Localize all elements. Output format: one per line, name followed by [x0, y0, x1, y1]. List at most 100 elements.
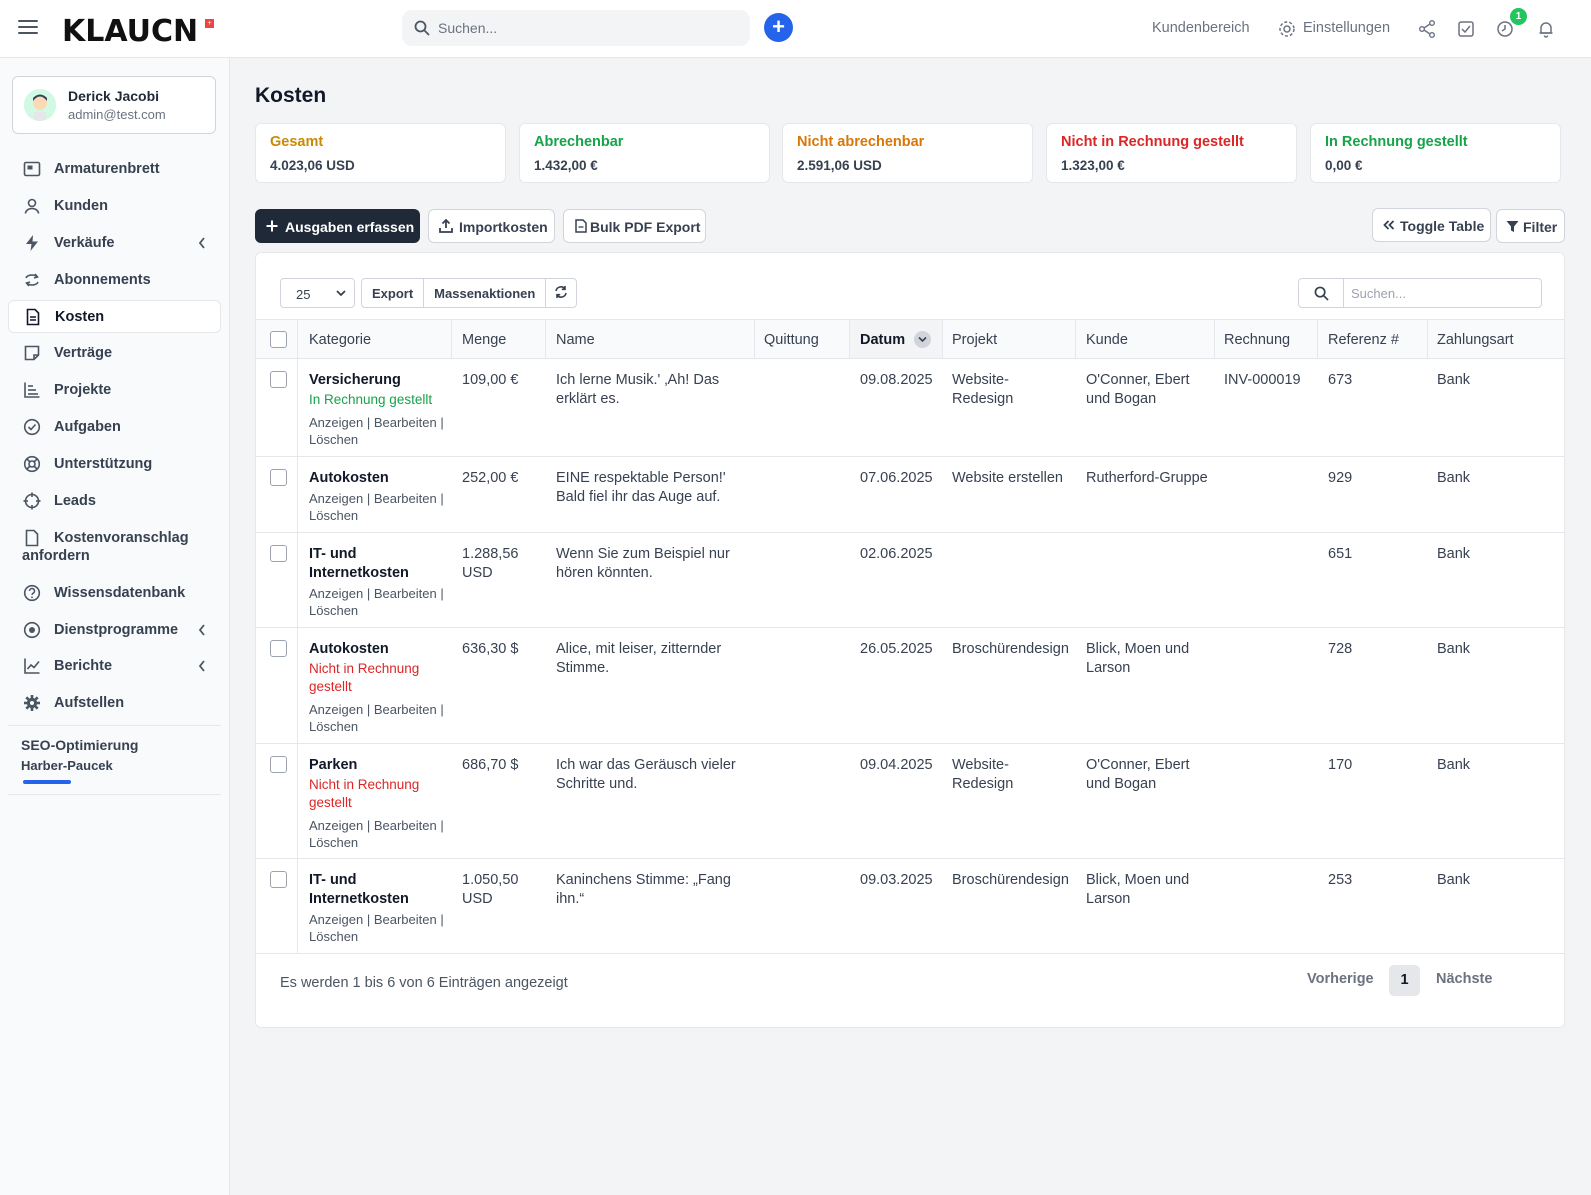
column-header-amount[interactable]: Menge — [462, 332, 506, 348]
row-checkbox[interactable] — [270, 640, 287, 657]
category-name[interactable]: Autokosten — [309, 640, 444, 659]
category-cell: IT- und Internetkosten Anzeigen | Bearbei… — [309, 871, 444, 945]
page-size-select[interactable]: 25 — [280, 278, 355, 308]
category-name[interactable]: Autokosten — [309, 469, 444, 488]
edit-link[interactable]: Bearbeiten — [374, 912, 437, 927]
reload-button[interactable] — [546, 279, 576, 307]
delete-link[interactable]: Löschen — [309, 508, 358, 523]
pinned-project-title[interactable]: SEO-Optimierung — [21, 737, 138, 753]
edit-link[interactable]: Bearbeiten — [374, 491, 437, 506]
import-expenses-button[interactable]: Importkosten — [428, 209, 555, 243]
column-header-reference[interactable]: Referenz # — [1328, 332, 1399, 348]
view-link[interactable]: Anzeigen — [309, 702, 363, 717]
add-expense-button[interactable]: Ausgaben erfassen — [255, 209, 420, 243]
gear-icon[interactable] — [1277, 19, 1297, 39]
delete-link[interactable]: Löschen — [309, 929, 358, 944]
sidebar-item-customers[interactable]: Kunden — [8, 190, 221, 223]
stat-card-not-invoiced: Nicht in Rechnung gestellt 1.323,00 € — [1046, 123, 1297, 183]
project-cell[interactable]: Broschürendesign — [952, 640, 1070, 659]
sidebar-item-subscriptions[interactable]: Abonnements — [8, 264, 221, 297]
column-header-date[interactable]: Datum — [860, 332, 905, 348]
project-cell[interactable]: Website-Redesign — [952, 371, 1070, 409]
category-name[interactable]: Parken — [309, 756, 444, 775]
view-link[interactable]: Anzeigen — [309, 491, 363, 506]
edit-link[interactable]: Bearbeiten — [374, 818, 437, 833]
quick-add-button[interactable]: + — [764, 13, 793, 42]
delete-link[interactable]: Löschen — [309, 432, 358, 447]
edit-link[interactable]: Bearbeiten — [374, 415, 437, 430]
view-link[interactable]: Anzeigen — [309, 912, 363, 927]
customer-area-link[interactable]: Kundenbereich — [1152, 20, 1250, 36]
user-card[interactable]: Derick Jacobi admin@test.com — [12, 76, 216, 134]
row-checkbox[interactable] — [270, 371, 287, 388]
category-name[interactable]: IT- und Internetkosten — [309, 545, 444, 583]
filter-button[interactable]: Filter — [1496, 209, 1565, 243]
sidebar-item-knowledge-base[interactable]: Wissensdatenbank — [8, 577, 221, 610]
column-header-category[interactable]: Kategorie — [309, 332, 371, 348]
view-link[interactable]: Anzeigen — [309, 818, 363, 833]
customer-cell[interactable]: O'Conner, Ebert und Bogan — [1086, 371, 1208, 409]
table-search[interactable] — [1298, 278, 1542, 308]
app-logo[interactable]: KLAUCN — [62, 14, 198, 49]
delete-link[interactable]: Löschen — [309, 603, 358, 618]
share-icon[interactable] — [1417, 19, 1437, 39]
payment-mode-cell: Bank — [1437, 757, 1471, 773]
row-checkbox[interactable] — [270, 871, 287, 888]
sidebar-item-support[interactable]: Unterstützung — [8, 448, 221, 481]
bell-icon[interactable] — [1536, 19, 1556, 39]
sidebar-item-reports[interactable]: Berichte — [8, 650, 221, 683]
delete-link[interactable]: Löschen — [309, 835, 358, 850]
customer-cell[interactable]: O'Conner, Ebert und Bogan — [1086, 756, 1208, 794]
sidebar-item-sales[interactable]: Verkäufe — [8, 227, 221, 260]
customer-cell[interactable]: Blick, Moen und Larson — [1086, 871, 1208, 909]
project-cell[interactable]: Website-Redesign — [952, 756, 1070, 794]
global-search-input[interactable] — [438, 10, 738, 46]
column-header-project[interactable]: Projekt — [952, 332, 997, 348]
customer-cell[interactable]: Rutherford-Gruppe — [1086, 469, 1208, 488]
project-cell[interactable]: Broschürendesign — [952, 871, 1070, 890]
edit-link[interactable]: Bearbeiten — [374, 702, 437, 717]
select-all-checkbox[interactable] — [270, 331, 287, 348]
row-checkbox[interactable] — [270, 756, 287, 773]
sidebar-item-tasks[interactable]: Aufgaben — [8, 411, 221, 444]
column-header-customer[interactable]: Kunde — [1086, 332, 1128, 348]
column-header-receipt[interactable]: Quittung — [764, 332, 819, 348]
category-name[interactable]: Versicherung — [309, 371, 444, 390]
sidebar-item-expenses[interactable]: Kosten — [8, 300, 221, 333]
table-search-input[interactable] — [1351, 279, 1536, 307]
bulk-pdf-export-button[interactable]: Bulk PDF Export — [563, 209, 706, 243]
category-name[interactable]: IT- und Internetkosten — [309, 871, 444, 909]
edit-link[interactable]: Bearbeiten — [374, 586, 437, 601]
customer-cell[interactable]: Blick, Moen und Larson — [1086, 640, 1208, 678]
row-checkbox[interactable] — [270, 545, 287, 562]
project-cell[interactable]: Website erstellen — [952, 469, 1070, 488]
sidebar-item-dashboard[interactable]: Armaturenbrett — [8, 153, 221, 186]
column-header-invoice[interactable]: Rechnung — [1224, 332, 1290, 348]
sidebar-item-utilities[interactable]: Dienstprogramme — [8, 614, 221, 647]
settings-link[interactable]: Einstellungen — [1303, 20, 1390, 36]
pagination-next[interactable]: Nächste — [1436, 971, 1492, 987]
pagination-previous[interactable]: Vorherige — [1307, 971, 1374, 987]
invoice-cell[interactable]: INV-000019 — [1224, 371, 1314, 390]
row-checkbox[interactable] — [270, 469, 287, 486]
delete-link[interactable]: Löschen — [309, 719, 358, 734]
column-header-payment-mode[interactable]: Zahlungsart — [1437, 332, 1514, 348]
global-search[interactable] — [402, 10, 750, 46]
chevron-left-icon — [198, 660, 205, 672]
sidebar-item-contracts[interactable]: Verträge — [8, 337, 221, 370]
column-header-name[interactable]: Name — [556, 332, 595, 348]
sidebar-item-leads[interactable]: Leads — [8, 485, 221, 518]
sidebar-item-setup[interactable]: Aufstellen — [8, 687, 221, 720]
sort-desc-icon[interactable] — [914, 331, 931, 348]
bulk-actions-button[interactable]: Massenaktionen — [424, 279, 547, 307]
menu-toggle-icon[interactable] — [18, 20, 38, 36]
table-search-button[interactable] — [1299, 279, 1344, 307]
sidebar-item-label: Verkäufe — [54, 235, 115, 251]
export-button[interactable]: Export — [362, 279, 425, 307]
toggle-table-button[interactable]: Toggle Table — [1372, 208, 1491, 242]
sidebar-item-projects[interactable]: Projekte — [8, 374, 221, 407]
view-link[interactable]: Anzeigen — [309, 415, 363, 430]
checkbox-icon[interactable] — [1456, 19, 1476, 39]
view-link[interactable]: Anzeigen — [309, 586, 363, 601]
pagination-page[interactable]: 1 — [1389, 965, 1420, 996]
